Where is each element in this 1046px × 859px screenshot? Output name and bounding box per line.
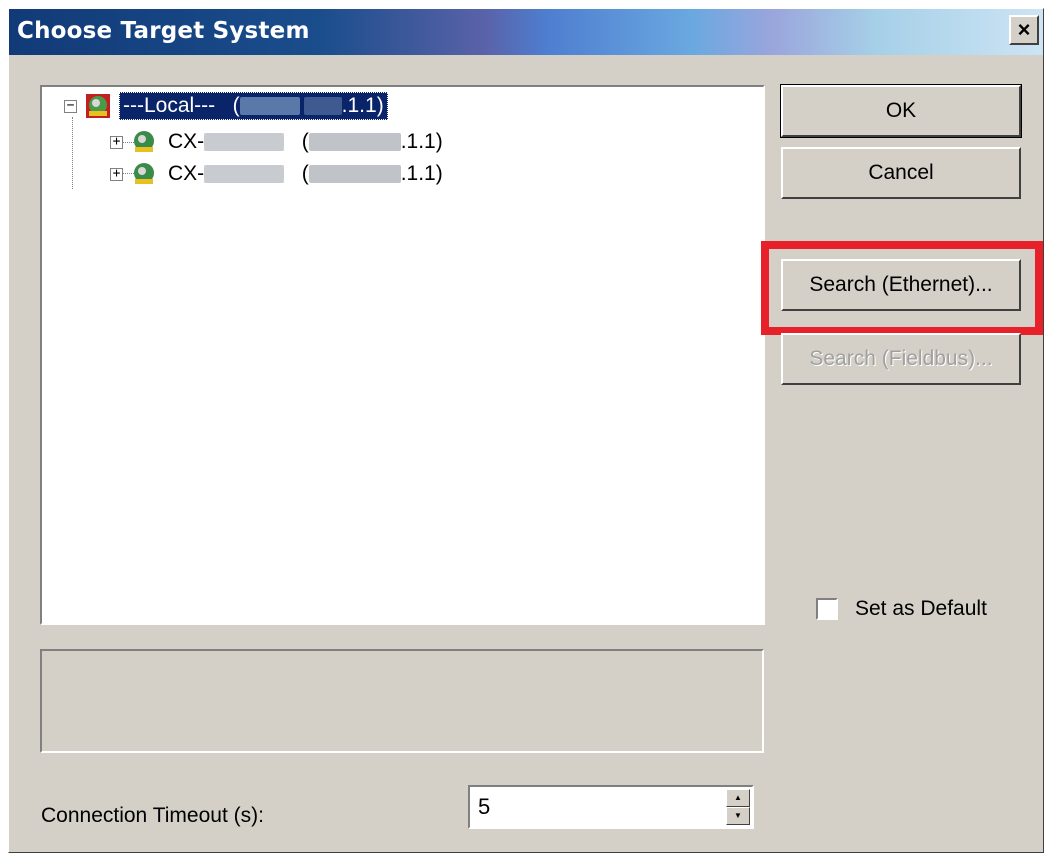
close-icon: ×: [1017, 17, 1031, 42]
expand-icon[interactable]: +: [110, 167, 123, 181]
search-fieldbus-label: Search (Fieldbus)...: [809, 347, 993, 370]
highlight-annotation: [761, 241, 1043, 335]
tree-item-label: ---Local--- ( .1.1): [119, 92, 388, 120]
tree-item-label-prefix: CX-: [168, 162, 205, 185]
target-tree-view[interactable]: − ---Local--- ( .1.1) + CX- (.1.1) + CX-…: [40, 85, 765, 625]
tree-item-label-prefix: ---Local--- (: [123, 94, 240, 117]
tree-connector-line: [72, 117, 73, 189]
redacted-address: [303, 97, 342, 116]
set-default-checkbox[interactable]: [816, 598, 838, 620]
connection-timeout-value: 5: [478, 794, 491, 819]
close-button[interactable]: ×: [1009, 15, 1039, 45]
tree-item-label-suffix: .1.1): [400, 162, 443, 185]
network-computer-icon: [131, 161, 157, 187]
choose-target-system-dialog: Choose Target System × − ---Local--- ( .1…: [8, 8, 1044, 853]
ok-button-label: OK: [885, 99, 917, 122]
tree-item-label-suffix: .1.1): [400, 130, 443, 153]
collapse-icon[interactable]: −: [64, 99, 77, 113]
tree-item-local[interactable]: − ---Local--- ( .1.1): [64, 91, 388, 121]
set-default-label: Set as Default: [855, 597, 987, 620]
tree-item-label-mid: (: [301, 162, 309, 185]
tree-item-label: CX- ( .1.1): [165, 129, 446, 155]
tree-item-label-prefix: CX-: [168, 130, 205, 153]
connection-timeout-input[interactable]: 5 ▲ ▼: [468, 785, 754, 829]
spinner-up-icon[interactable]: ▲: [726, 789, 750, 807]
title-bar[interactable]: Choose Target System ×: [9, 9, 1043, 55]
network-computer-icon: [85, 93, 111, 119]
redacted-address: [308, 133, 401, 152]
redacted-name: [204, 133, 285, 152]
network-computer-icon: [131, 129, 157, 155]
tree-item-cx-1[interactable]: + CX- ( .1.1): [110, 127, 446, 157]
timeout-spinner[interactable]: ▲ ▼: [726, 789, 750, 825]
ok-button[interactable]: OK: [780, 84, 1022, 138]
search-fieldbus-button: Search (Fieldbus)...: [781, 333, 1021, 385]
dialog-title: Choose Target System: [17, 18, 310, 44]
expand-icon[interactable]: +: [110, 135, 123, 149]
tree-item-label: CX- ( .1.1): [165, 161, 446, 187]
connection-timeout-label: Connection Timeout (s):: [41, 804, 264, 827]
tree-item-label-suffix: .1.1): [341, 94, 384, 117]
info-panel: [40, 649, 764, 753]
redacted-address: [308, 165, 401, 184]
spinner-down-icon[interactable]: ▼: [726, 807, 750, 825]
tree-item-label-mid: (: [301, 130, 309, 153]
tree-item-cx-2[interactable]: + CX- ( .1.1): [110, 159, 446, 189]
cancel-button[interactable]: Cancel: [781, 147, 1021, 199]
redacted-address: [239, 97, 300, 116]
redacted-name: [204, 165, 285, 184]
cancel-button-label: Cancel: [868, 161, 934, 184]
